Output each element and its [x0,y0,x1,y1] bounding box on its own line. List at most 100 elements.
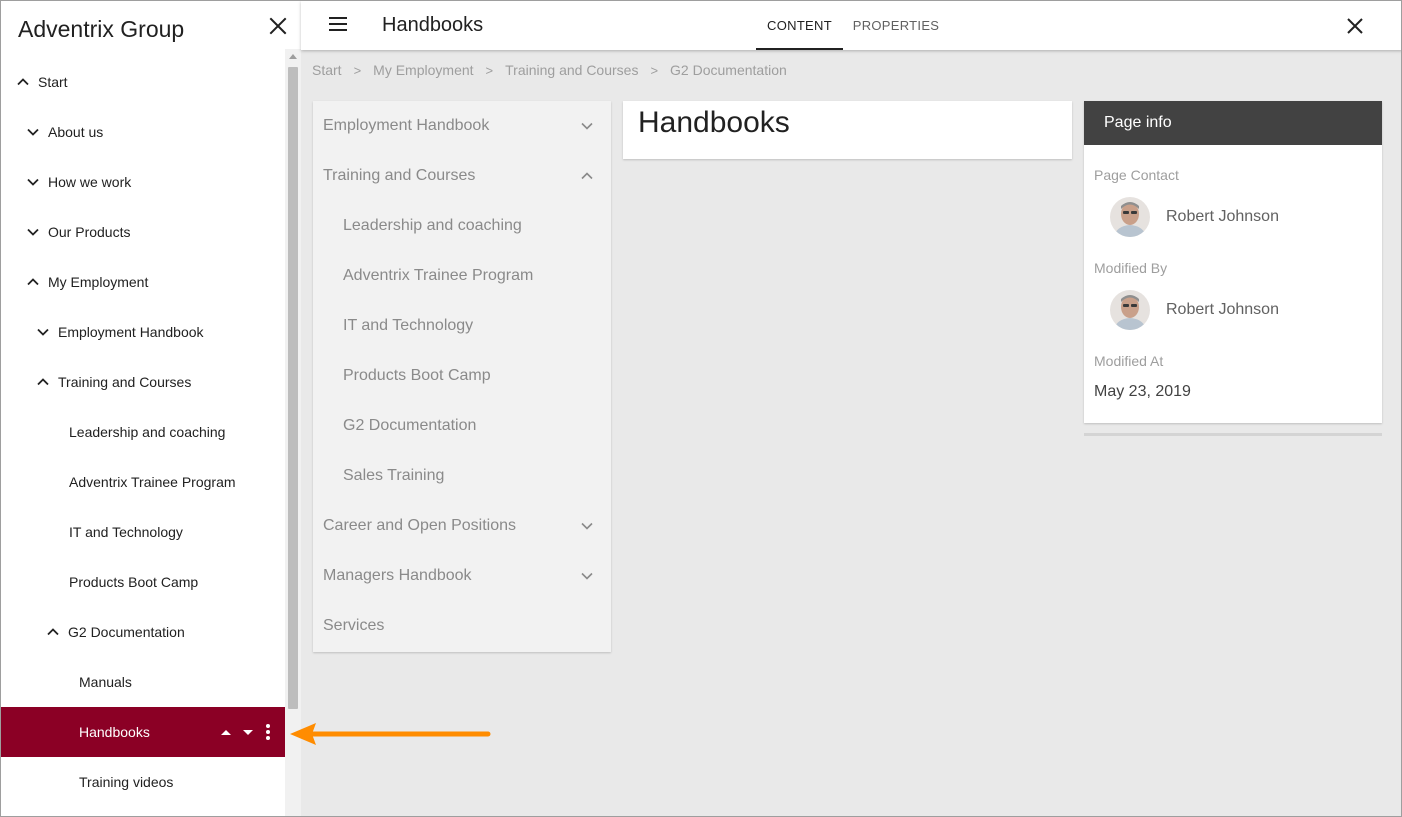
tree-item-label: Training and Courses [58,374,192,390]
chevron-down-icon[interactable] [36,325,50,339]
page-info-title: Page info [1084,101,1382,145]
subnav-item-services[interactable]: Services [313,601,611,651]
breadcrumb-separator: > [485,62,494,78]
modified-at-value: May 23, 2019 [1094,383,1191,400]
breadcrumb-separator: > [650,62,659,78]
tree-item-about-us[interactable]: About us [1,107,285,157]
breadcrumb: Start > My Employment > Training and Cou… [312,62,787,78]
move-up-icon[interactable] [221,729,231,735]
tree-item-label: G2 Documentation [68,624,185,640]
breadcrumb-item[interactable]: G2 Documentation [670,62,787,78]
chevron-down-icon[interactable] [580,119,594,133]
subnav-item-label: Sales Training [343,467,445,484]
content-card: Handbooks [623,101,1072,159]
subnav-item-employment-handbook[interactable]: Employment Handbook [313,101,611,151]
subnav-item-g2-documentation[interactable]: G2 Documentation [313,401,611,451]
tree-item-training-and-courses[interactable]: Training and Courses [1,357,285,407]
tree-item-label: Manuals [79,674,132,690]
tree-item-handbooks[interactable]: Handbooks [1,707,285,757]
more-vert-icon[interactable] [265,723,271,741]
annotation-arrow-icon [290,723,491,745]
divider [1084,433,1382,436]
modified-by-name: Robert Johnson [1166,301,1279,318]
navigation-drawer: Adventrix Group Start About us How we wo… [1,1,301,816]
subnav-item-label: Products Boot Camp [343,367,491,384]
chevron-up-icon[interactable] [26,275,40,289]
avatar [1110,290,1150,330]
subnav-item-training-and-courses[interactable]: Training and Courses [313,151,611,201]
chevron-down-icon[interactable] [26,125,40,139]
tree-item-label: My Employment [48,274,149,290]
subnav-item-career-and-open-positions[interactable]: Career and Open Positions [313,501,611,551]
chevron-up-icon[interactable] [16,75,30,89]
tree-item-label: Leadership and coaching [69,424,226,440]
tree-item-our-products[interactable]: Our Products [1,207,285,257]
app-window: Adventrix Group Start About us How we wo… [0,0,1402,817]
main-area: Handbooks CONTENT PROPERTIES Start > My … [301,1,1401,816]
modified-by-label: Modified By [1094,260,1168,276]
tree-item-label: Training videos [79,774,174,790]
modified-at-label: Modified At [1094,353,1164,369]
chevron-down-icon[interactable] [580,519,594,533]
subnav-item-label: IT and Technology [343,317,474,334]
subnav-item-label: Managers Handbook [323,567,472,584]
tree-item-label: Handbooks [79,724,150,740]
subnav-item-adventrix-trainee-program[interactable]: Adventrix Trainee Program [313,251,611,301]
chevron-down-icon[interactable] [26,175,40,189]
tree-item-label: Start [38,74,68,90]
drawer-scrollbar[interactable] [285,49,301,816]
tree-item-label: Adventrix Trainee Program [69,474,236,490]
chevron-up-icon[interactable] [36,375,50,389]
subnav-item-label: Employment Handbook [323,117,490,134]
close-icon[interactable] [267,15,289,37]
subnav-item-label: G2 Documentation [343,417,477,434]
breadcrumb-item[interactable]: Training and Courses [505,62,638,78]
tree-item-adventrix-trainee-program[interactable]: Adventrix Trainee Program [1,457,285,507]
tree-item-start[interactable]: Start [1,57,285,107]
chevron-down-icon[interactable] [580,569,594,583]
tree-item-employment-handbook[interactable]: Employment Handbook [1,307,285,357]
tree-item-how-we-work[interactable]: How we work [1,157,285,207]
subnav-item-leadership-and-coaching[interactable]: Leadership and coaching [313,201,611,251]
page-contact[interactable]: Robert Johnson [1110,197,1279,237]
page-contact-name: Robert Johnson [1166,208,1279,225]
drawer-title: Adventrix Group [18,16,185,42]
tree-item-g2-documentation[interactable]: G2 Documentation [1,607,285,657]
breadcrumb-separator: > [353,62,362,78]
item-actions [221,707,271,757]
subnav-item-sales-training[interactable]: Sales Training [313,451,611,501]
chevron-up-icon[interactable] [580,169,594,183]
drawer-header: Adventrix Group [1,1,301,57]
sub-navigation: Employment Handbook Training and Courses… [313,101,611,652]
tree-item-training-videos[interactable]: Training videos [1,757,285,807]
tree-item-it-and-technology[interactable]: IT and Technology [1,507,285,557]
subnav-item-it-and-technology[interactable]: IT and Technology [313,301,611,351]
chevron-down-icon[interactable] [26,225,40,239]
modified-by[interactable]: Robert Johnson [1110,290,1279,330]
chevron-up-icon[interactable] [46,625,60,639]
tree-item-leadership-and-coaching[interactable]: Leadership and coaching [1,407,285,457]
subnav-item-label: Training and Courses [323,167,476,184]
tree-item-label: Our Products [48,224,131,240]
move-down-icon[interactable] [243,729,253,735]
page-contact-label: Page Contact [1094,167,1179,183]
tree-item-products-boot-camp[interactable]: Products Boot Camp [1,557,285,607]
subnav-item-products-boot-camp[interactable]: Products Boot Camp [313,351,611,401]
drawer-tree: Start About us How we work Our Products … [1,57,285,807]
tree-item-label: How we work [48,174,132,190]
tree-item-label: IT and Technology [69,524,183,540]
tab-content[interactable]: CONTENT [756,1,843,50]
hamburger-menu-icon[interactable] [329,17,347,31]
content-heading: Handbooks [638,106,790,139]
scroll-up-icon[interactable] [289,54,297,59]
tree-item-manuals[interactable]: Manuals [1,657,285,707]
subnav-item-label: Leadership and coaching [343,217,522,234]
subnav-item-managers-handbook[interactable]: Managers Handbook [313,551,611,601]
breadcrumb-item[interactable]: Start [312,62,342,78]
tree-item-my-employment[interactable]: My Employment [1,257,285,307]
breadcrumb-item[interactable]: My Employment [373,62,473,78]
close-icon[interactable] [1345,16,1365,36]
tab-properties[interactable]: PROPERTIES [844,1,948,50]
subnav-item-label: Adventrix Trainee Program [343,267,534,284]
scrollbar-thumb[interactable] [288,67,298,709]
